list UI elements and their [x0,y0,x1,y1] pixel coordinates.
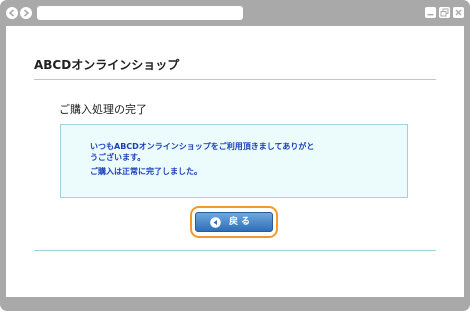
footer-divider [34,250,436,251]
section-heading: ご購入処理の完了 [59,103,147,116]
message-line-3: ご購入は正常に完了しました。 [90,167,202,176]
shop-title: ABCDオンラインショップ [34,58,180,72]
address-bar[interactable] [37,6,243,20]
message-line-2: うございます。 [90,153,146,162]
back-button-label: 戻る [229,217,254,227]
completion-message-box: いつもABCDオンラインショップをご利用頂きましてありがと うございます。 ご購… [60,124,408,198]
back-button-focus-ring: 戻る [190,206,278,238]
maximize-icon[interactable] [439,7,450,18]
message-line-1: いつもABCDオンラインショップをご利用頂きましてありがと [90,142,315,151]
title-bar [0,0,470,26]
forward-arrow-icon[interactable] [20,7,32,19]
header-divider [34,79,436,80]
browser-window: ABCDオンラインショップ ご購入処理の完了 いつもABCDオンラインショップを… [0,0,470,311]
minimize-icon[interactable] [425,7,436,18]
back-arrow-icon[interactable] [6,7,18,19]
close-icon[interactable] [453,7,464,18]
page-content: ABCDオンラインショップ ご購入処理の完了 いつもABCDオンラインショップを… [6,26,464,297]
left-triangle-icon [210,217,221,228]
back-button[interactable]: 戻る [195,212,273,232]
